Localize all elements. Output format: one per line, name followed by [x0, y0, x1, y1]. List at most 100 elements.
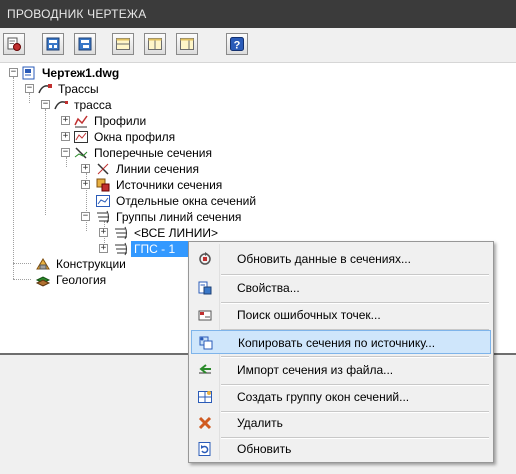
section-sources-icon: [95, 177, 111, 193]
menu-item-label: Поиск ошибочных точек...: [237, 308, 381, 322]
collapse-toggle[interactable]: −: [25, 84, 34, 93]
menu-item-update-sections[interactable]: Обновить данные в сечениях...: [191, 247, 491, 271]
constructions-icon: [35, 256, 51, 272]
vertical-split-button[interactable]: [144, 33, 166, 55]
tree-node-label: <ВСЕ ЛИНИИ>: [134, 226, 219, 240]
tree-line: [13, 263, 31, 264]
tree-view-icon: [78, 37, 92, 51]
tree-node-profile-views[interactable]: Окна профиля: [91, 129, 178, 145]
tree-node-label: Группы линий сечения: [116, 210, 242, 224]
horizontal-split-button[interactable]: [112, 33, 134, 55]
all-lines-icon: [113, 225, 129, 241]
tree-node-label: Отдельные окна сечений: [116, 194, 257, 208]
tree-node-label: трасса: [74, 98, 112, 112]
menu-item-label: Создать группу окон сечений...: [237, 390, 410, 404]
tree-node-profiles[interactable]: Профили: [91, 113, 149, 129]
menu-item-properties[interactable]: Свойства...: [191, 276, 491, 300]
tree-node-cross-sections[interactable]: Поперечные сечения: [91, 145, 215, 161]
menu-item-label: Обновить: [237, 442, 292, 456]
collapse-toggle[interactable]: −: [81, 212, 90, 221]
properties-icon: [197, 280, 213, 296]
tree-node-sample-line-groups[interactable]: Группы линий сечения: [113, 209, 244, 225]
tree-line: [13, 279, 31, 280]
menu-item-label: Свойства...: [237, 281, 300, 295]
drawing-settings-button[interactable]: [3, 33, 25, 55]
menu-item-create-view-group[interactable]: Создать группу окон сечений...: [191, 385, 491, 409]
menu-item-label: Обновить данные в сечениях...: [237, 252, 411, 266]
update-sections-icon: [197, 251, 213, 267]
tree-node-label: Окна профиля: [94, 130, 176, 144]
expand-toggle[interactable]: +: [61, 116, 70, 125]
vertical-split-alt-icon: [180, 38, 194, 50]
tree-line: [66, 157, 67, 167]
panel-title: ПРОВОДНИК ЧЕРТЕЖА: [0, 0, 516, 28]
tree-node-label: Линии сечения: [116, 162, 199, 176]
gps-group-icon: [113, 241, 129, 257]
tree-node-constructions[interactable]: Конструкции: [53, 256, 129, 272]
menu-item-label: Импорт сечения из файла...: [237, 363, 394, 377]
collapse-toggle[interactable]: −: [9, 68, 18, 77]
drawing-file-icon: [21, 65, 37, 81]
menu-item-copy-sections[interactable]: Копировать сечения по источнику...: [191, 330, 491, 354]
expand-toggle[interactable]: +: [81, 180, 90, 189]
vertical-split-alt-button[interactable]: [176, 33, 198, 55]
expand-toggle[interactable]: +: [61, 132, 70, 141]
tree-line: [29, 93, 30, 103]
menu-item-refresh[interactable]: Обновить: [191, 437, 491, 461]
cross-sections-icon: [73, 145, 89, 161]
menu-item-label: Копировать сечения по источнику...: [238, 336, 436, 350]
sample-lines-icon: [95, 161, 111, 177]
import-section-icon: [197, 362, 213, 378]
profile-views-icon: [73, 129, 89, 145]
find-error-points-icon: [197, 307, 213, 323]
vertical-split-icon: [148, 38, 162, 50]
help-icon: ?: [230, 37, 244, 52]
geology-icon: [35, 272, 51, 288]
help-button[interactable]: ?: [226, 33, 248, 55]
tree-node-sample-lines[interactable]: Линии сечения: [113, 161, 202, 177]
tree-node-alignment[interactable]: трасса: [71, 97, 115, 113]
collapse-toggle[interactable]: −: [41, 100, 50, 109]
tree-node-alignments[interactable]: Трассы: [55, 81, 102, 97]
refresh-icon: [197, 441, 213, 457]
tree-view-button[interactable]: [74, 33, 96, 55]
menu-item-import-section[interactable]: Импорт сечения из файла...: [191, 358, 491, 382]
context-menu: Обновить данные в сечениях... Свойства..…: [188, 241, 494, 463]
menu-item-find-error-points[interactable]: Поиск ошибочных точек...: [191, 303, 491, 327]
sample-line-groups-icon: [95, 209, 111, 225]
alignment-icon: [53, 97, 69, 113]
tree-node-gps[interactable]: ГПС - 1: [131, 241, 190, 257]
horizontal-split-icon: [116, 38, 130, 50]
tree-node-root[interactable]: Чертеж1.dwg: [39, 65, 122, 81]
expand-toggle[interactable]: +: [99, 228, 108, 237]
tree-node-all-lines[interactable]: <ВСЕ ЛИНИИ>: [131, 225, 221, 241]
tree-node-label: Трассы: [58, 82, 99, 96]
tree-node-label: Поперечные сечения: [94, 146, 212, 160]
expand-toggle[interactable]: +: [81, 164, 90, 173]
tree-node-label: Конструкции: [56, 257, 126, 271]
create-view-group-icon: [197, 389, 213, 405]
expand-toggle[interactable]: +: [99, 244, 108, 253]
section-views-icon: [95, 193, 111, 209]
tree-node-geology[interactable]: Геология: [53, 272, 109, 288]
tree-node-label: Чертеж1.dwg: [42, 66, 120, 80]
tree-line: [45, 109, 46, 215]
tree-node-label: Профили: [94, 114, 147, 128]
menu-item-label: Удалить: [237, 416, 283, 430]
svg-text:?: ?: [234, 40, 241, 52]
drawing-settings-icon: [7, 37, 21, 51]
collapse-toggle[interactable]: −: [61, 148, 70, 157]
tree-node-section-sources[interactable]: Источники сечения: [113, 177, 225, 193]
tree-node-section-views[interactable]: Отдельные окна сечений: [113, 193, 259, 209]
tree-node-label: Источники сечения: [116, 178, 223, 192]
tree-node-label: ГПС - 1: [131, 241, 190, 257]
refresh-tree-button[interactable]: [42, 33, 64, 55]
delete-icon: [197, 415, 213, 431]
copy-sections-icon: [198, 335, 214, 351]
menu-item-delete[interactable]: Удалить: [191, 411, 491, 435]
toolbar: ?: [0, 28, 516, 63]
profiles-icon: [73, 113, 89, 129]
tree-node-label: Геология: [56, 273, 107, 287]
alignments-icon: [37, 81, 53, 97]
refresh-tree-icon: [46, 37, 60, 51]
